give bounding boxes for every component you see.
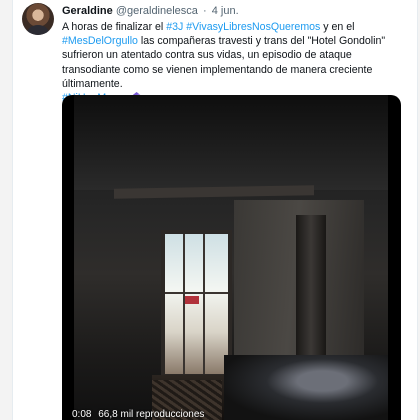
ceiling-beam: [114, 185, 314, 199]
window-bar: [183, 234, 185, 374]
video-time: 0:08: [72, 409, 92, 420]
header-separator: ·: [202, 5, 207, 17]
tweet-header: Geraldine @geraldinelesca · 4 jun.: [62, 4, 410, 18]
red-object: [185, 296, 199, 304]
video-meta: 0:08 66,8 mil reproducciones: [72, 409, 204, 420]
window-hbar: [165, 292, 228, 294]
burnt-ceiling: [74, 95, 388, 190]
tweet-card[interactable]: Geraldine @geraldinelesca · 4 jun. A hor…: [12, 0, 418, 420]
tweet-text-part-1: A horas de finalizar el: [62, 21, 167, 33]
tweet-date[interactable]: 4 jun.: [212, 5, 239, 17]
avatar-figure: [27, 25, 49, 35]
tweet-text: A horas de finalizar el #3J #VivasyLibre…: [62, 20, 410, 105]
author-handle[interactable]: @geraldinelesca: [116, 5, 198, 17]
video-views: 66,8 mil reproducciones: [98, 409, 205, 420]
hashtag-3j[interactable]: #3J: [166, 21, 183, 33]
hashtag-mesdelorgullo[interactable]: #MesDelOrgullo: [62, 35, 138, 47]
hashtag-vivasylibresnosqueremos[interactable]: #VivasyLibresNosQueremos: [186, 21, 320, 33]
author-name[interactable]: Geraldine: [62, 5, 113, 17]
tweet-text-part-3: y en el: [320, 21, 355, 33]
avatar[interactable]: [22, 3, 54, 35]
debris-pile: [224, 355, 388, 420]
tweet-content: Geraldine @geraldinelesca · 4 jun. A hor…: [62, 4, 410, 105]
window-bar: [203, 234, 205, 374]
video-player[interactable]: 0:08 66,8 mil reproducciones: [62, 95, 401, 420]
video-frame: [74, 95, 388, 420]
window: [161, 230, 232, 378]
